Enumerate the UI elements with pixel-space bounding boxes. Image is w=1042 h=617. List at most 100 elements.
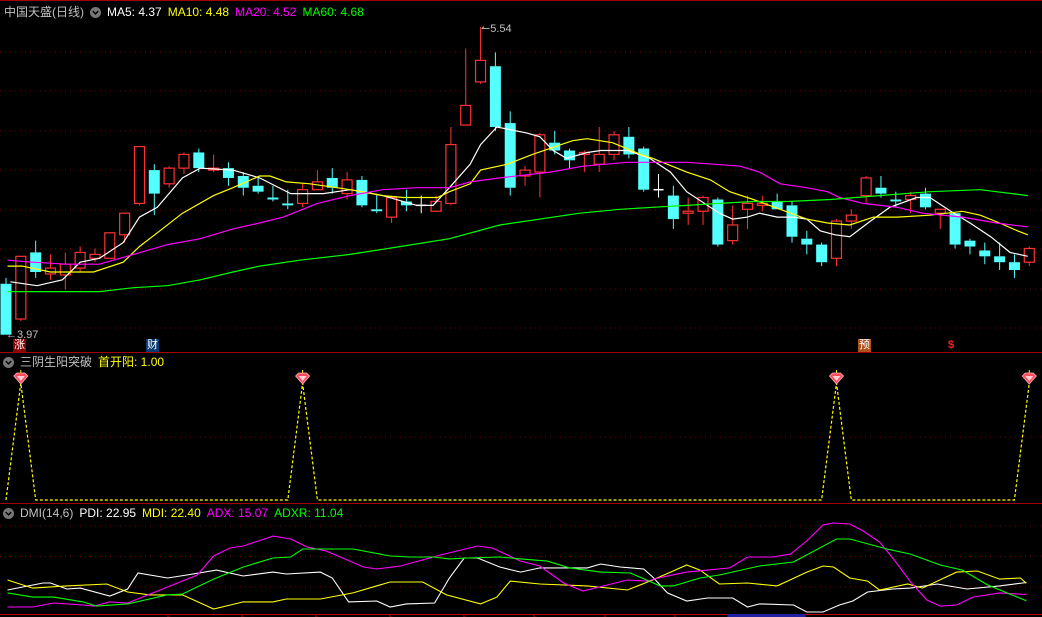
ma60-value: MA60: 4.68	[302, 5, 364, 19]
candle-body-down	[979, 250, 991, 257]
candle	[30, 240, 42, 278]
candle-body-up	[593, 153, 605, 165]
candle-body-up	[385, 196, 398, 218]
ma20-value: MA20: 4.52	[235, 5, 297, 19]
candle	[222, 162, 234, 186]
signal-chart[interactable]	[0, 353, 1042, 503]
candle	[104, 232, 116, 259]
main-legend: 中国天盛(日线) MA5: 4.37 MA10: 4.48 MA20: 4.52…	[4, 4, 364, 20]
candle	[860, 175, 872, 204]
candle	[816, 242, 828, 267]
candle-body-down	[504, 123, 516, 188]
candle-body-up	[119, 212, 131, 236]
candle	[163, 166, 175, 188]
candle-body-down	[148, 170, 160, 194]
dmi-legend: DMI(14,6) PDI: 22.95 MDI: 22.40 ADX: 15.…	[3, 505, 343, 521]
candle	[237, 172, 249, 196]
candle-body-up	[341, 179, 353, 195]
candle	[267, 185, 279, 202]
candle-body-up	[682, 210, 694, 214]
signal-legend: 三阴生阳突破 首开阳: 1.00	[3, 354, 164, 370]
stock-title[interactable]: 中国天盛(日线)	[4, 4, 84, 20]
candle	[445, 126, 457, 206]
candle-body-up	[460, 104, 472, 126]
signal-value: 首开阳: 1.00	[98, 355, 165, 369]
candle	[638, 146, 650, 192]
candle	[623, 126, 635, 159]
candle-body-down	[371, 209, 383, 212]
candle	[504, 111, 516, 196]
candle-body-down	[564, 150, 576, 161]
chevron-down-icon[interactable]	[3, 356, 14, 368]
candle-body-down	[282, 203, 294, 206]
candle-body-down	[994, 256, 1006, 263]
dmi-name: DMI(14,6)	[20, 506, 74, 520]
adxr-value: ADXR: 11.04	[274, 506, 344, 520]
candle	[0, 277, 12, 335]
high-price-label: ↼5.54	[481, 22, 512, 35]
candle-body-up	[845, 214, 857, 222]
candle-body-down	[816, 244, 828, 263]
candle-body-down	[193, 152, 205, 169]
candle-body-down	[919, 193, 931, 208]
candle	[59, 252, 71, 290]
marker-zhang[interactable]: 涨	[13, 339, 26, 352]
diamond-signal-icon	[1021, 370, 1037, 385]
candle	[979, 242, 991, 265]
candle	[786, 201, 798, 243]
candle	[608, 130, 620, 161]
candle-body-up	[741, 202, 754, 210]
marker-cai[interactable]: 财	[146, 339, 159, 352]
candle	[74, 246, 86, 272]
candle	[949, 213, 961, 249]
candle	[712, 197, 724, 247]
candle	[534, 132, 546, 198]
candle-body-down	[949, 213, 961, 245]
candle-body-down	[964, 240, 976, 247]
candle-body-down	[267, 197, 279, 200]
candle-body-up	[860, 177, 872, 197]
candle-body-up	[297, 189, 309, 205]
candle-body-down	[252, 185, 264, 192]
candle	[474, 27, 487, 84]
candle-body-down	[786, 205, 798, 237]
diamond-signal-icon	[295, 370, 311, 385]
candle	[178, 152, 190, 175]
candle	[489, 52, 501, 131]
candle-body-down	[712, 199, 724, 245]
candle	[667, 185, 679, 229]
candle	[326, 168, 338, 194]
candle	[964, 238, 976, 255]
candle-body-down	[667, 195, 679, 220]
candle	[133, 145, 146, 206]
ma10-value: MA10: 4.48	[167, 5, 230, 19]
candle	[727, 205, 739, 245]
candle-body-up	[830, 220, 843, 259]
adx-value: ADX: 15.07	[206, 506, 269, 520]
candle	[845, 209, 857, 229]
marker-yu[interactable]: 预	[858, 339, 871, 352]
candle	[682, 197, 694, 225]
candle	[653, 174, 664, 198]
diamond-signal-icon	[13, 370, 29, 385]
candle	[400, 189, 412, 212]
arrow-left-icon: ↼	[481, 23, 491, 35]
candle	[460, 48, 472, 126]
candle-body-up	[133, 145, 146, 205]
candle	[297, 183, 309, 208]
candlestick-chart[interactable]	[0, 0, 1042, 352]
candle-body-up	[178, 153, 190, 169]
candle	[875, 175, 887, 198]
candle	[801, 230, 813, 255]
marker-dollar[interactable]: $	[947, 339, 955, 352]
candle-body-up	[445, 144, 457, 205]
candle-body-up	[89, 253, 101, 259]
candle	[416, 195, 427, 214]
candle-body-up	[934, 208, 946, 214]
chevron-down-icon[interactable]	[3, 507, 14, 519]
candle	[741, 195, 754, 229]
candle	[44, 254, 57, 280]
chevron-down-icon[interactable]	[90, 6, 101, 18]
candle-body-down	[875, 187, 887, 194]
candle-body-up	[104, 232, 116, 259]
